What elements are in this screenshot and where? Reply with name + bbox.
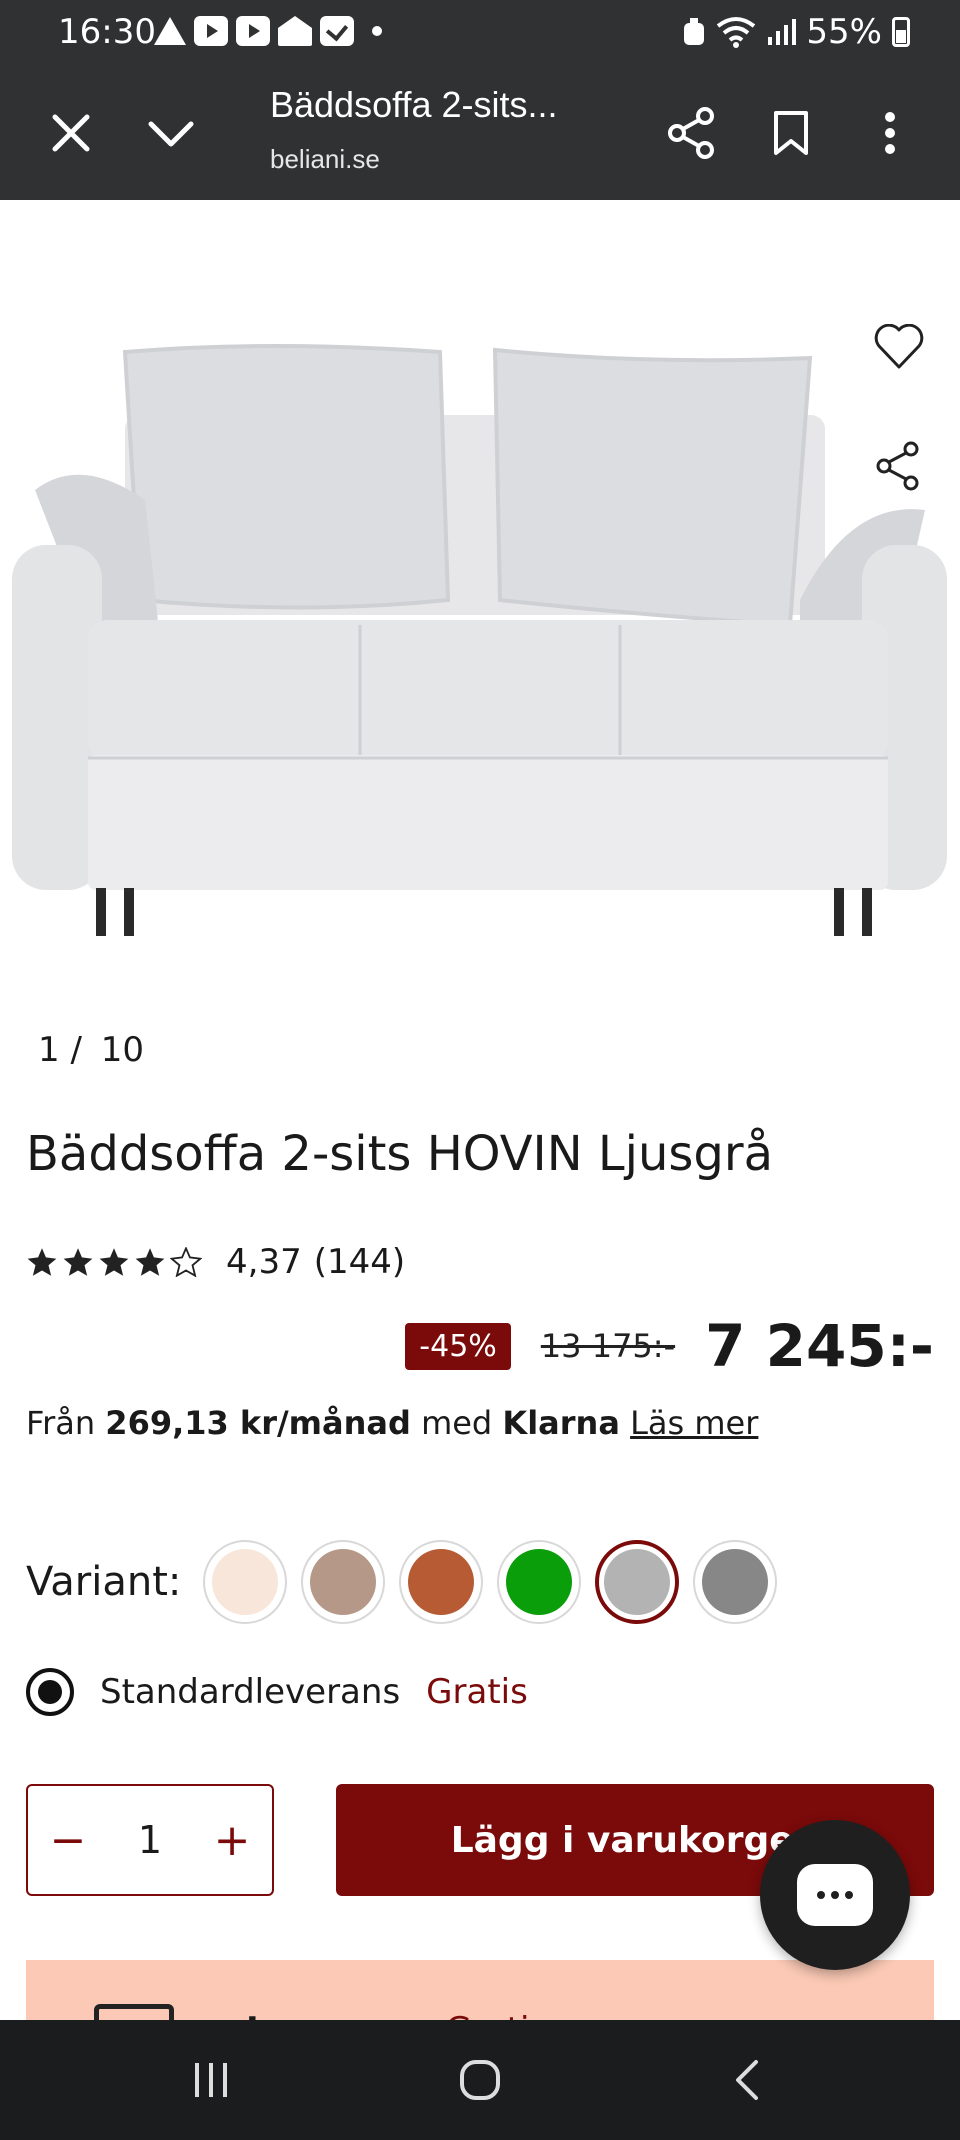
delivery-label: Standardleverans — [100, 1672, 401, 1712]
share-button[interactable] — [656, 98, 726, 168]
add-to-cart-label: Lägg i varukorgen — [450, 1819, 820, 1861]
home-icon — [278, 16, 312, 46]
product-share-button[interactable] — [858, 426, 938, 506]
page-url[interactable]: beliani.se — [270, 144, 380, 175]
star-icon — [63, 1248, 93, 1276]
product-image[interactable] — [0, 200, 960, 960]
close-icon — [52, 114, 90, 152]
system-nav-bar — [0, 2020, 960, 2140]
variant-swatch[interactable] — [497, 1540, 582, 1624]
variant-swatch-selected[interactable] — [595, 1540, 680, 1624]
variant-swatch[interactable] — [301, 1540, 386, 1624]
browser-toolbar: Bäddsoffa 2-sits... beliani.se — [0, 64, 960, 200]
klarna-mid: med — [421, 1404, 493, 1442]
status-right: 55% — [682, 12, 910, 52]
share-icon — [876, 441, 919, 491]
klarna-read-more-link[interactable]: Läs mer — [630, 1404, 758, 1442]
star-outline-icon — [170, 1247, 202, 1277]
recent-apps-button[interactable] — [176, 2048, 246, 2112]
share-icon — [668, 107, 714, 159]
klarna-logo: Klarna — [502, 1404, 620, 1442]
gallery-counter-total: 10 — [100, 1030, 144, 1070]
check-icon — [320, 16, 354, 46]
star-icon — [135, 1248, 165, 1276]
more-menu-button[interactable] — [855, 98, 925, 168]
klarna-financing: Från 269,13 kr/månad med Klarna Läs mer — [26, 1404, 758, 1442]
bookmark-icon — [774, 111, 808, 155]
home-circle-icon — [460, 2060, 500, 2100]
product-title: Bäddsoffa 2-sits HOVIN Ljusgrå — [26, 1126, 773, 1182]
home-button[interactable] — [445, 2048, 515, 2112]
recent-apps-icon — [195, 2063, 227, 2097]
gallery-counter-separator: / — [70, 1030, 82, 1070]
rating-value: 4,37 — [226, 1242, 302, 1282]
heart-icon — [874, 324, 924, 369]
bookmark-button[interactable] — [756, 98, 826, 168]
gallery-counter-current: 1 — [38, 1030, 60, 1070]
wifi-icon — [717, 17, 756, 48]
signal-icon — [768, 19, 797, 45]
product-rating[interactable]: 4,37 (144) — [26, 1242, 405, 1282]
old-price: 13 175:- — [540, 1327, 676, 1365]
current-price: 7 245:- — [705, 1312, 934, 1380]
variant-swatch[interactable] — [399, 1540, 484, 1624]
chat-button[interactable] — [760, 1820, 910, 1970]
dot-icon — [372, 26, 382, 36]
youtube-icon — [236, 16, 270, 46]
quantity-stepper: − 1 + — [26, 1784, 274, 1896]
increase-quantity-button[interactable]: + — [202, 1810, 262, 1870]
notification-icons — [154, 16, 382, 46]
page-title: Bäddsoffa 2-sits... — [270, 84, 558, 125]
gallery-counter: 1 / 10 — [38, 1030, 144, 1070]
star-icon — [99, 1248, 129, 1276]
price-row: -45% 13 175:- 7 245:- — [405, 1312, 934, 1380]
back-icon — [736, 2060, 758, 2100]
minimize-button[interactable] — [136, 98, 206, 168]
variant-swatch[interactable] — [203, 1540, 288, 1624]
discount-badge: -45% — [405, 1322, 511, 1370]
variant-swatch[interactable] — [693, 1540, 778, 1624]
battery-icon — [892, 17, 910, 47]
rating-count: (144) — [313, 1242, 406, 1282]
delivery-radio[interactable] — [26, 1668, 74, 1716]
variant-label: Variant: — [26, 1559, 182, 1605]
status-bar: 16:30 55% — [0, 0, 960, 64]
youtube-icon — [194, 16, 228, 46]
favorite-button[interactable] — [864, 312, 934, 382]
quantity-value[interactable]: 1 — [138, 1818, 162, 1862]
delivery-option[interactable]: Standardleverans Gratis — [26, 1668, 528, 1716]
product-gallery[interactable] — [0, 200, 960, 1080]
warning-icon — [154, 17, 186, 45]
delivery-price: Gratis — [426, 1672, 528, 1712]
klarna-amount: 269,13 kr/månad — [105, 1404, 411, 1442]
chat-icon — [797, 1864, 873, 1926]
klarna-prefix: Från — [26, 1404, 96, 1442]
alarm-icon — [684, 18, 705, 45]
star-icon — [27, 1248, 57, 1276]
back-button[interactable] — [712, 2048, 782, 2112]
close-tab-button[interactable] — [36, 98, 106, 168]
battery-percent: 55% — [806, 12, 882, 52]
decrease-quantity-button[interactable]: − — [38, 1810, 98, 1870]
status-time: 16:30 — [58, 12, 156, 52]
variant-selector: Variant: — [26, 1540, 791, 1624]
chevron-down-icon — [148, 121, 194, 147]
rating-stars — [26, 1247, 202, 1277]
more-vertical-icon — [885, 112, 895, 154]
